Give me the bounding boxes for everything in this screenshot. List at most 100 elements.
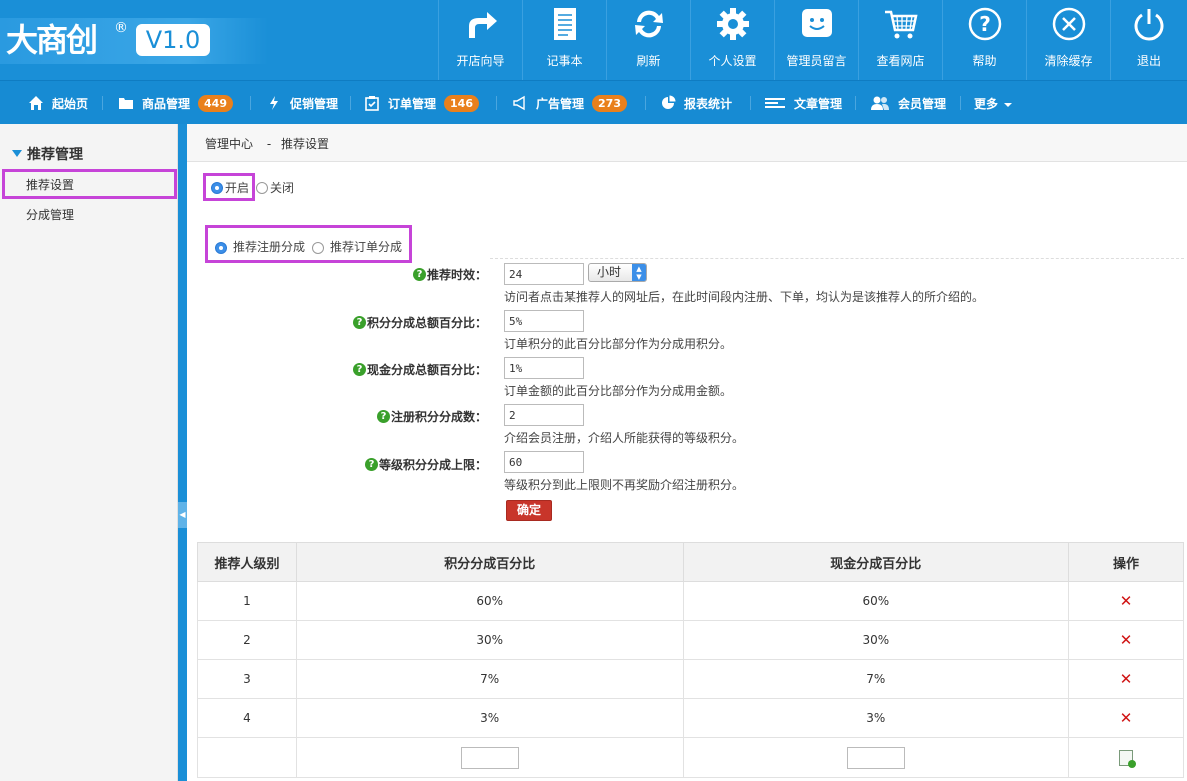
- help-icon[interactable]: ?: [352, 316, 366, 329]
- radio-register-commission[interactable]: [215, 242, 227, 254]
- rank-points-limit-input[interactable]: [504, 451, 584, 473]
- selection-highlight: [2, 169, 177, 199]
- help-icon[interactable]: ?: [376, 410, 390, 423]
- nav-item-home[interactable]: 起始页: [28, 81, 88, 125]
- help-icon[interactable]: ?: [352, 363, 366, 376]
- new-points-input[interactable]: [460, 746, 519, 769]
- rank-points-limit-hint: 等级积分到此上限则不再奖励介绍注册积分。: [504, 478, 745, 492]
- tool-logout[interactable]: 退出: [1110, 0, 1187, 80]
- main-nav: 起始页 商品管理 449 促销管理 订单管理 146 广告管理 273 报表统计 文章…: [0, 80, 1187, 124]
- nav-item-members[interactable]: 会员管理: [870, 81, 946, 125]
- nav-item-more[interactable]: 更多: [974, 81, 1013, 125]
- radio-disable-label: 关闭: [270, 181, 295, 195]
- help-icon: ?: [968, 7, 1002, 41]
- nav-item-orders[interactable]: 订单管理 146: [364, 81, 479, 125]
- tool-clear-cache[interactable]: 清除缓存: [1026, 0, 1110, 80]
- count-badge: 146: [444, 94, 479, 112]
- points-percent-cell[interactable]: 3%: [295, 698, 684, 738]
- validity-unit-select[interactable]: 小时 ▲ ▼: [588, 263, 647, 282]
- gear-icon: [717, 8, 749, 40]
- radio-disable[interactable]: [256, 182, 268, 194]
- validity-input[interactable]: [504, 263, 584, 285]
- nav-item-reports[interactable]: 报表统计: [660, 81, 732, 125]
- add-row-icon[interactable]: [1119, 749, 1137, 768]
- points-percent-input[interactable]: [504, 310, 584, 332]
- delete-icon[interactable]: ✕: [1120, 592, 1133, 610]
- nav-divider: [750, 96, 751, 110]
- confirm-button[interactable]: 确定: [506, 500, 552, 521]
- cash-percent-cell[interactable]: 30%: [682, 620, 1070, 660]
- tool-view-shop[interactable]: 查看网店: [858, 0, 942, 80]
- tool-label: 开店向导: [456, 54, 505, 68]
- tool-open-shop-wizard[interactable]: 开店向导: [438, 0, 522, 80]
- delete-icon[interactable]: ✕: [1120, 631, 1133, 649]
- cash-percent-label: ? 现金分成总额百分比：: [187, 361, 487, 378]
- tool-personal-settings[interactable]: 个人设置: [690, 0, 774, 80]
- column-header: 推荐人级别: [197, 542, 297, 582]
- nav-label: 更多: [974, 97, 999, 111]
- cash-percent-cell[interactable]: 3%: [682, 698, 1070, 738]
- new-cash-cell: [682, 737, 1070, 778]
- radio-enable[interactable]: [211, 182, 223, 194]
- delete-icon[interactable]: ✕: [1120, 709, 1133, 727]
- column-header: 积分分成百分比: [295, 542, 684, 582]
- level-cell: 2: [197, 620, 297, 660]
- select-arrows-icon: ▲ ▼: [632, 264, 646, 281]
- cash-percent-input[interactable]: [504, 357, 584, 379]
- points-percent-cell[interactable]: 7%: [295, 659, 684, 699]
- sidebar-splitter[interactable]: ◀: [178, 124, 187, 781]
- nav-item-ads[interactable]: 广告管理 273: [512, 81, 627, 125]
- nav-item-products[interactable]: 商品管理 449: [118, 81, 233, 125]
- nav-item-promotions[interactable]: 促销管理: [266, 81, 338, 125]
- count-badge: 273: [592, 94, 627, 112]
- cash-percent-cell[interactable]: 60%: [682, 581, 1070, 621]
- folder-icon: [119, 98, 133, 109]
- register-points-input[interactable]: [504, 404, 584, 426]
- points-percent-cell[interactable]: 60%: [295, 581, 684, 621]
- points-percent-cell[interactable]: 30%: [295, 620, 684, 660]
- breadcrumb-current: 推荐设置: [281, 137, 330, 151]
- level-cell: 1: [197, 581, 297, 621]
- table-row: 4 3% 3% ✕: [197, 698, 1184, 738]
- tool-label: 帮助: [972, 54, 997, 68]
- help-icon[interactable]: ?: [364, 458, 378, 471]
- empty-cell: [197, 737, 297, 778]
- tool-admin-message[interactable]: 管理员留言: [774, 0, 858, 80]
- nav-label: 广告管理: [536, 97, 585, 111]
- breadcrumb-root[interactable]: 管理中心: [205, 137, 253, 151]
- sidebar-group-label: 推荐管理: [27, 147, 83, 163]
- tool-label: 清除缓存: [1044, 54, 1093, 68]
- radio-register-commission-label: 推荐注册分成: [233, 240, 306, 254]
- rank-points-limit-label: ? 等级积分分成上限：: [187, 456, 487, 473]
- new-row: [197, 737, 1184, 778]
- nav-divider: [960, 96, 961, 110]
- caret-down-icon: [1004, 102, 1013, 107]
- table-row: 3 7% 7% ✕: [197, 659, 1184, 699]
- delete-icon[interactable]: ✕: [1120, 670, 1133, 688]
- sidebar-item-commission-management[interactable]: 分成管理: [26, 206, 74, 223]
- table-row: 1 60% 60% ✕: [197, 581, 1184, 621]
- help-icon[interactable]: ?: [412, 268, 426, 281]
- new-cash-input[interactable]: [846, 746, 905, 769]
- tool-label: 刷新: [636, 54, 661, 68]
- sidebar-group-referral[interactable]: 推荐管理: [12, 144, 83, 164]
- radio-order-commission[interactable]: [312, 242, 324, 254]
- validity-label: ? 推荐时效：: [187, 266, 487, 283]
- clipboard-icon: [365, 96, 379, 111]
- level-cell: 3: [197, 659, 297, 699]
- notepad-icon: [554, 8, 576, 40]
- top-bar: 大商创 ® V1.0 开店向导 记事本 刷新 个人设置 管理员留言 查看网店 ?…: [0, 0, 1187, 80]
- nav-item-articles[interactable]: 文章管理: [764, 81, 842, 125]
- nav-divider: [855, 96, 856, 110]
- collapse-handle[interactable]: ◀: [178, 502, 187, 528]
- cash-percent-cell[interactable]: 7%: [682, 659, 1070, 699]
- action-cell: ✕: [1068, 620, 1184, 660]
- tool-help[interactable]: ? 帮助: [942, 0, 1026, 80]
- lightning-icon: [270, 96, 278, 110]
- nav-divider: [250, 96, 251, 110]
- nav-label: 会员管理: [898, 97, 947, 111]
- tool-notepad[interactable]: 记事本: [522, 0, 606, 80]
- tool-refresh[interactable]: 刷新: [606, 0, 690, 80]
- nav-divider: [102, 96, 103, 110]
- tool-label: 管理员留言: [786, 54, 847, 68]
